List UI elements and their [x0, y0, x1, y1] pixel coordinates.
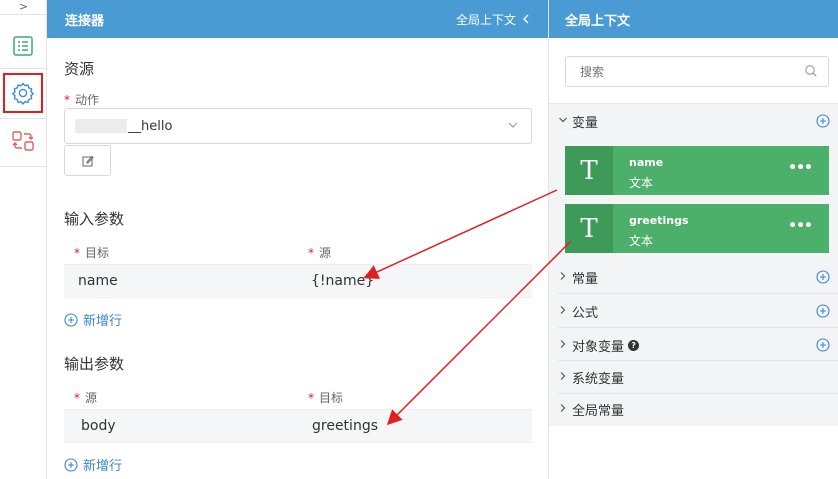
global-context-panel: 全局上下文 变量 T name 文本 ••• T greetings 文本 ••… [549, 0, 838, 479]
output-col-source: * 源 [74, 391, 98, 405]
group-system-variables-label: 系统变量 [572, 371, 625, 387]
input-params-title: 输入参数 [64, 210, 125, 228]
output-add-row-label: 新增行 [83, 459, 123, 474]
global-context-toggle[interactable]: 全局上下文 [456, 11, 530, 28]
gear-icon [11, 82, 35, 105]
chevron-right-icon [558, 305, 572, 318]
input-add-row-button[interactable]: 新增行 [64, 310, 122, 329]
swap-icon [12, 131, 34, 151]
action-select-value: __hello [128, 118, 173, 134]
chevron-left-icon [523, 14, 529, 24]
list-icon [13, 36, 33, 56]
connector-title: 连接器 [65, 13, 105, 29]
output-params-title: 输出参数 [64, 355, 125, 373]
connector-header: 连接器 全局上下文 [47, 0, 548, 38]
plus-circle-icon [64, 312, 78, 327]
rail-settings-button[interactable] [3, 73, 43, 113]
search-icon[interactable] [804, 64, 818, 78]
input-param-row[interactable]: name {!name} [64, 264, 532, 298]
output-col-target: * 目标 [308, 391, 344, 405]
global-context-header: 全局上下文 [549, 0, 838, 38]
more-icon[interactable]: ••• [788, 218, 813, 234]
group-constants-label: 常量 [572, 271, 599, 287]
add-object-variable-icon[interactable] [816, 338, 830, 352]
variable-card-name[interactable]: T name 文本 ••• [565, 146, 829, 195]
add-formula-icon[interactable] [816, 304, 830, 318]
chevron-right-icon [558, 403, 572, 416]
group-object-variables[interactable]: 对象变量 ? [558, 329, 838, 361]
help-icon[interactable]: ? [628, 339, 640, 351]
group-variables[interactable]: 变量 [558, 105, 838, 137]
output-param-row[interactable]: body greetings [64, 409, 532, 443]
action-label: * 动作 [64, 93, 100, 107]
add-constant-icon[interactable] [816, 270, 830, 284]
left-rail: > [0, 0, 47, 479]
more-icon[interactable]: ••• [788, 160, 813, 176]
output-target-cell[interactable]: greetings [312, 418, 378, 434]
group-formulas-label: 公式 [572, 305, 599, 321]
variable-type: 文本 [629, 176, 654, 190]
rail-list-button[interactable] [3, 26, 43, 66]
global-context-title: 全局上下文 [565, 13, 631, 29]
add-variable-icon[interactable] [816, 114, 830, 128]
action-select[interactable]: __hello [64, 108, 532, 144]
panel-footer-space [549, 426, 838, 479]
chevron-down-icon [558, 115, 572, 128]
group-constants[interactable]: 常量 [558, 261, 838, 293]
group-system-variables[interactable]: 系统变量 [558, 361, 838, 393]
variable-type: 文本 [629, 234, 654, 248]
output-source-cell[interactable]: body [81, 418, 116, 434]
input-col-source: * 源 [308, 246, 332, 260]
variable-name: greetings [629, 214, 689, 227]
global-context-link: 全局上下文 [455, 12, 516, 27]
input-target-cell[interactable]: name [78, 273, 118, 289]
variable-name: name [629, 156, 664, 169]
group-variables-label: 变量 [572, 115, 599, 131]
input-col-target: * 目标 [74, 246, 110, 260]
chevron-down-icon [508, 122, 518, 128]
chevron-right-icon [558, 271, 572, 284]
output-add-row-button[interactable]: 新增行 [64, 455, 122, 474]
chevron-right-icon [558, 371, 572, 384]
group-object-variables-label: 对象变量 [572, 339, 625, 355]
search-input[interactable] [565, 56, 829, 87]
plus-circle-icon [64, 457, 78, 472]
group-global-constants[interactable]: 全局常量 [558, 393, 838, 425]
redacted-prefix [75, 119, 127, 133]
connector-panel: 连接器 全局上下文 资源 * 动作 __hello 输入参数 * 目标 * 源 nam… [47, 0, 549, 479]
text-type-icon: T [565, 146, 613, 195]
group-global-constants-label: 全局常量 [572, 403, 625, 419]
text-type-icon: T [565, 204, 613, 253]
collapse-toggle[interactable]: > [0, 0, 47, 15]
variable-card-greetings[interactable]: T greetings 文本 ••• [565, 204, 829, 253]
group-formulas[interactable]: 公式 [558, 295, 838, 327]
edit-action-button[interactable] [64, 145, 111, 176]
edit-icon [82, 155, 94, 166]
resources-title: 资源 [64, 60, 95, 78]
input-add-row-label: 新增行 [83, 314, 123, 329]
chevron-right-icon [558, 339, 572, 352]
chevron-right-icon: > [18, 0, 29, 13]
search-area [549, 38, 838, 104]
rail-swap-button[interactable] [3, 121, 43, 161]
input-source-cell[interactable]: {!name} [311, 273, 374, 289]
